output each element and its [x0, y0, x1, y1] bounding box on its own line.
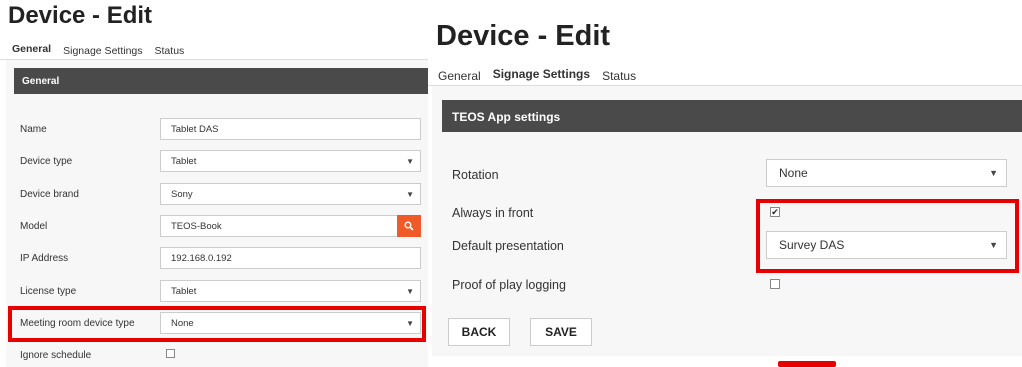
model-label: Model — [20, 221, 48, 232]
ip-address-input[interactable]: 192.168.0.192 — [160, 247, 421, 269]
chevron-down-icon: ▼ — [406, 156, 414, 166]
proof-of-play-checkbox[interactable] — [770, 279, 780, 289]
highlight-fragment — [778, 361, 836, 367]
tab-general[interactable]: General — [432, 66, 487, 86]
license-type-select[interactable]: Tablet ▼ — [160, 280, 421, 302]
tab-general[interactable]: General — [6, 40, 58, 60]
chevron-down-icon: ▼ — [406, 286, 414, 296]
ignore-schedule-checkbox[interactable] — [166, 349, 175, 358]
proof-of-play-label: Proof of play logging — [452, 278, 566, 292]
tab-signage-settings[interactable]: Signage Settings — [486, 64, 597, 86]
always-in-front-label: Always in front — [452, 206, 534, 220]
section-header: TEOS App settings — [442, 100, 1022, 132]
name-value: Tablet DAS — [171, 123, 219, 135]
device-type-label: Device type — [20, 156, 73, 167]
device-brand-select[interactable]: Sony ▼ — [160, 183, 421, 205]
page-title: Device - Edit — [8, 2, 153, 29]
name-label: Name — [20, 124, 47, 135]
right-panel: Device - Edit General Signage Settings S… — [428, 0, 1022, 367]
left-panel: Device - Edit General Signage Settings S… — [0, 0, 428, 367]
rotation-value: None — [779, 166, 808, 180]
device-type-select[interactable]: Tablet ▼ — [160, 150, 421, 172]
license-type-value: Tablet — [171, 285, 197, 297]
highlight-box — [8, 306, 426, 342]
ignore-schedule-label: Ignore schedule — [20, 350, 92, 361]
rotation-select[interactable]: None ▼ — [766, 159, 1007, 187]
section-header: General — [14, 68, 428, 94]
ip-address-label: IP Address — [20, 253, 69, 264]
tab-status[interactable]: Status — [149, 42, 191, 60]
device-brand-label: Device brand — [20, 189, 79, 200]
device-type-value: Tablet — [171, 155, 197, 167]
tab-status[interactable]: Status — [596, 66, 642, 86]
tab-bar: General Signage Settings Status — [6, 38, 190, 60]
highlight-box — [756, 199, 1019, 273]
page-title: Device - Edit — [436, 20, 611, 52]
chevron-down-icon: ▼ — [406, 189, 414, 199]
device-brand-value: Sony — [171, 188, 193, 200]
search-icon — [404, 221, 414, 231]
name-input[interactable]: Tablet DAS — [160, 118, 421, 140]
ip-address-value: 192.168.0.192 — [171, 252, 232, 264]
rotation-label: Rotation — [452, 168, 499, 182]
save-button[interactable]: SAVE — [530, 318, 592, 346]
model-input[interactable]: TEOS-Book — [160, 215, 398, 237]
tab-signage-settings[interactable]: Signage Settings — [57, 42, 148, 60]
default-presentation-label: Default presentation — [452, 239, 564, 253]
tab-bar: General Signage Settings Status — [432, 60, 642, 86]
license-type-label: License type — [20, 286, 77, 297]
back-button[interactable]: BACK — [448, 318, 510, 346]
model-search-button[interactable] — [397, 215, 421, 237]
model-value: TEOS-Book — [171, 220, 222, 232]
chevron-down-icon: ▼ — [989, 168, 998, 178]
